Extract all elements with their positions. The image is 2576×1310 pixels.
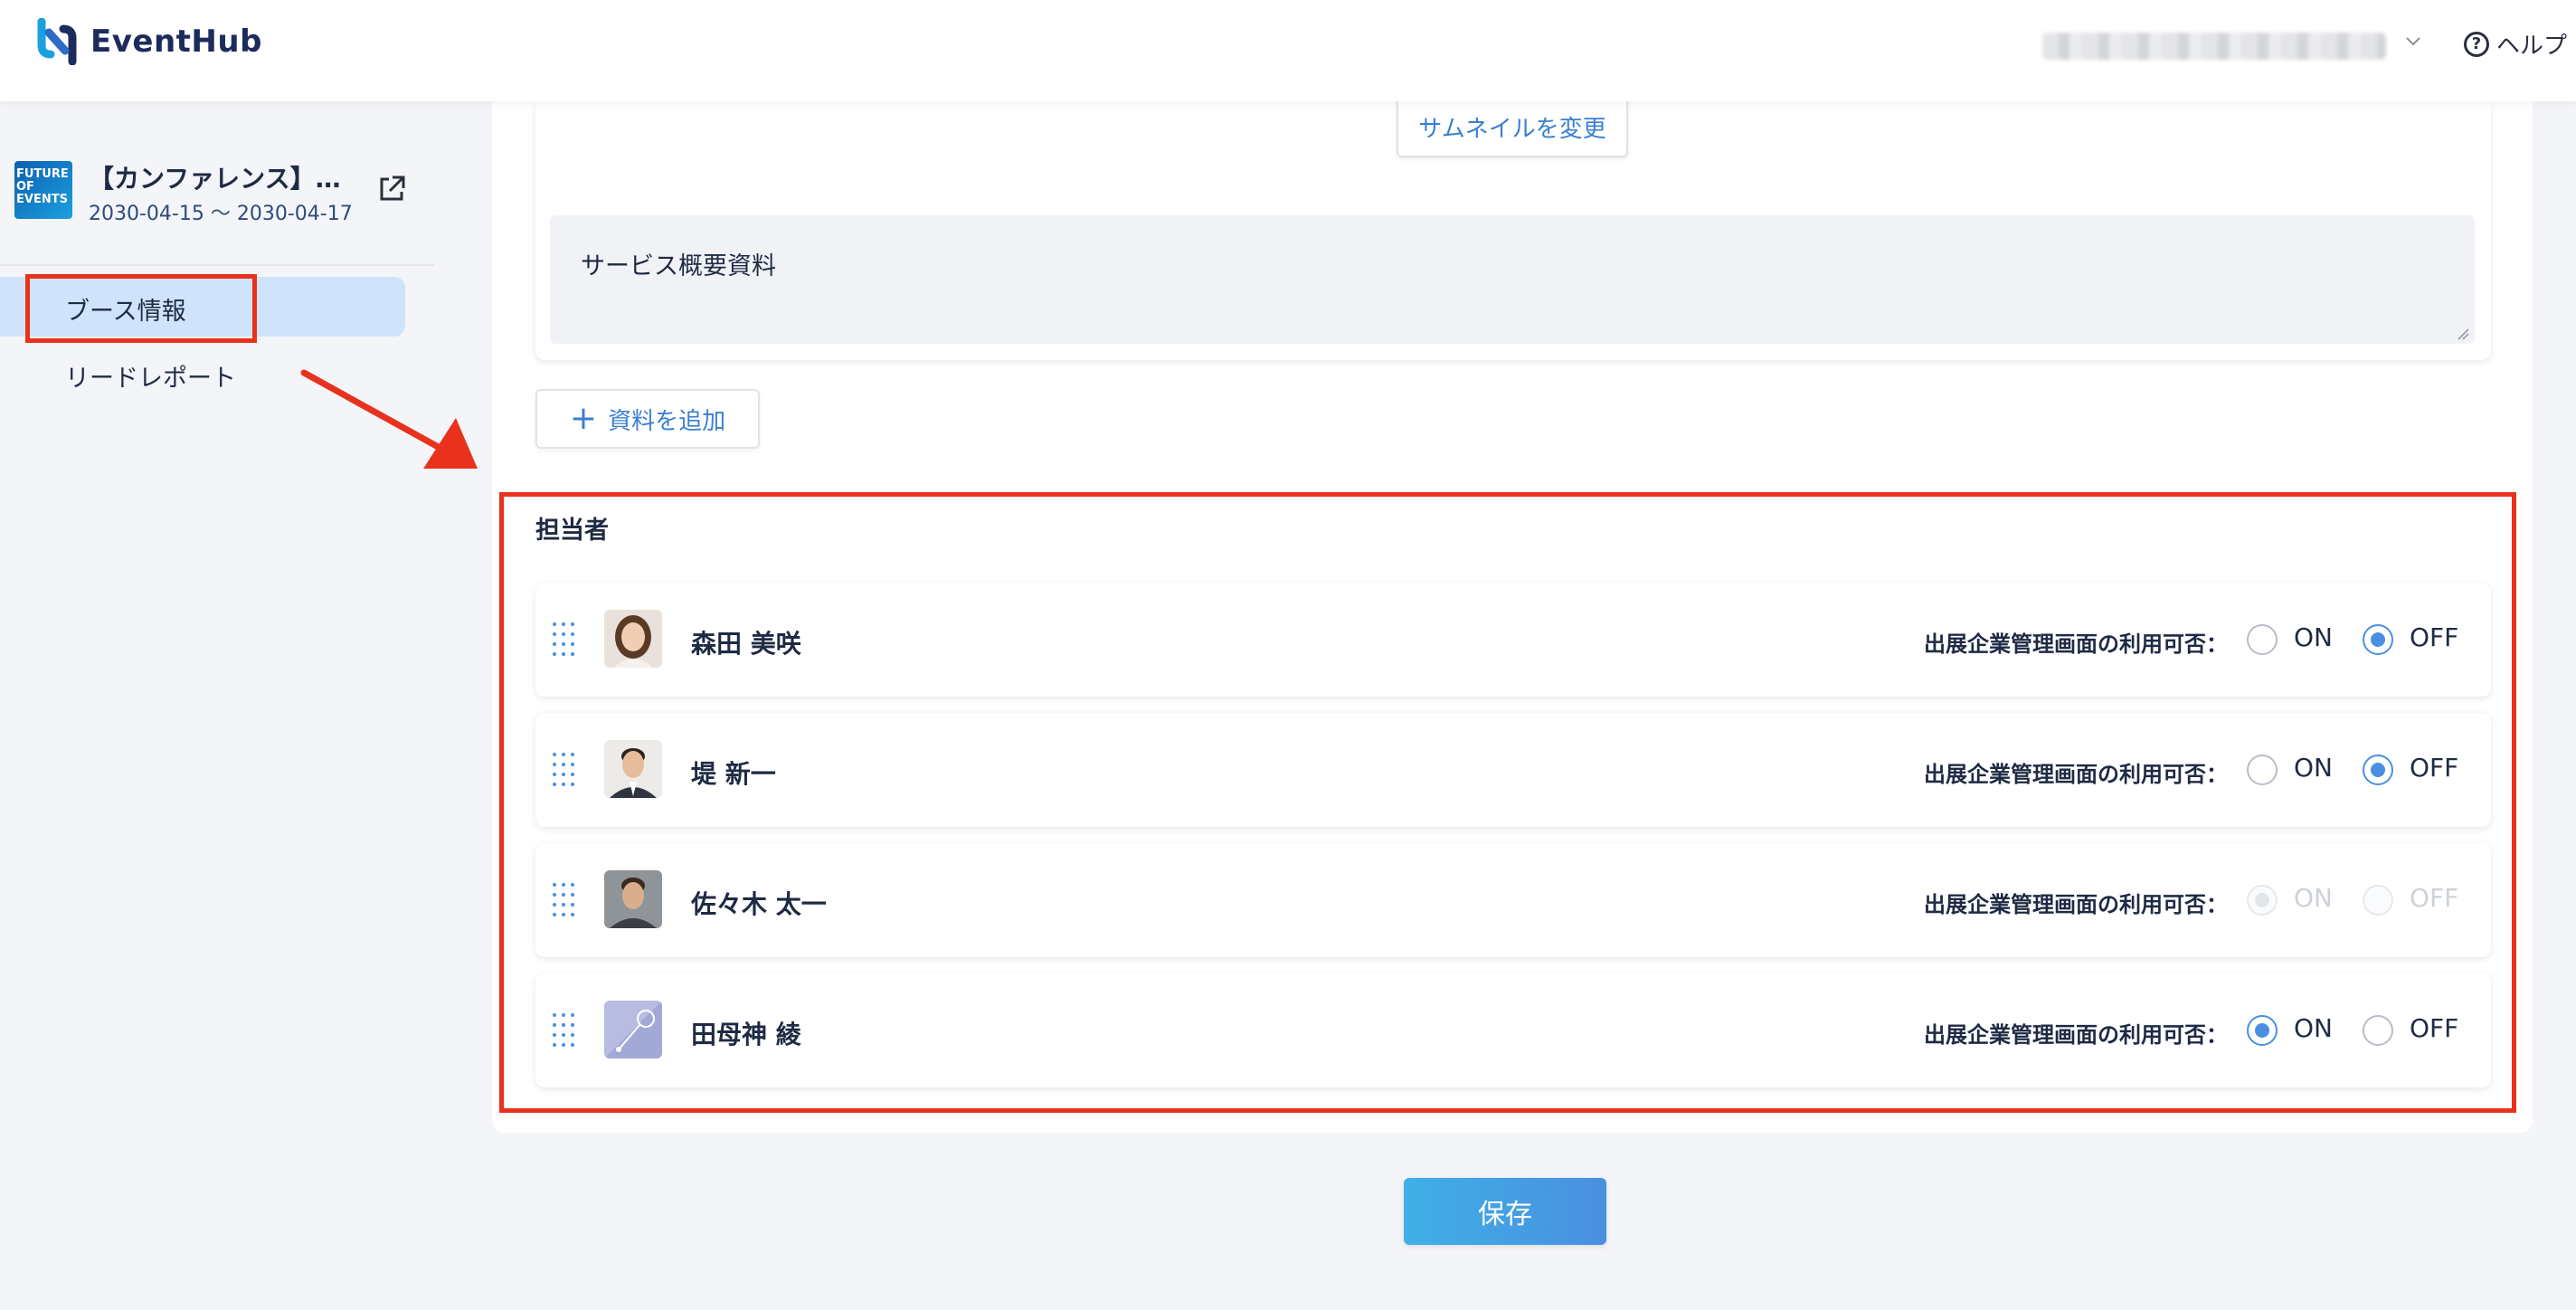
app-logo[interactable]: EventHub bbox=[34, 18, 262, 65]
event-thumbnail: FUTURE OF EVENTS bbox=[14, 161, 72, 219]
plus-icon: + bbox=[569, 400, 598, 437]
add-material-button[interactable]: + 資料を追加 bbox=[535, 389, 760, 449]
resize-grip-icon[interactable] bbox=[2455, 326, 2469, 340]
app-name: EventHub bbox=[90, 24, 262, 60]
event-title: 【カンファレンス】… bbox=[89, 164, 341, 194]
eventhub-logo-icon bbox=[37, 18, 77, 65]
annotation-highlight-staff bbox=[499, 492, 2516, 1113]
material-description-textarea[interactable]: サービス概要資料 bbox=[550, 215, 2475, 344]
external-link-icon[interactable] bbox=[376, 174, 407, 204]
top-bar: EventHub ? ヘルプ bbox=[0, 0, 2576, 101]
account-menu[interactable] bbox=[2042, 31, 2386, 62]
chevron-down-icon[interactable] bbox=[2404, 33, 2422, 51]
sidebar-divider bbox=[0, 264, 434, 266]
account-name-blurred bbox=[2042, 33, 2386, 60]
event-dates: 2030-04-15 〜 2030-04-17 bbox=[89, 203, 353, 225]
material-description-text: サービス概要資料 bbox=[581, 252, 776, 280]
help-link[interactable]: ? ヘルプ bbox=[2464, 27, 2567, 61]
save-button[interactable]: 保存 bbox=[1404, 1178, 1606, 1245]
help-icon: ? bbox=[2464, 31, 2489, 57]
help-label: ヘルプ bbox=[2496, 33, 2568, 60]
add-material-label: 資料を追加 bbox=[608, 407, 726, 435]
sidebar-item-lead-report[interactable]: リードレポート bbox=[65, 358, 236, 394]
change-thumbnail-button[interactable]: サムネイルを変更 bbox=[1397, 96, 1628, 157]
annotation-highlight-sidebar bbox=[25, 274, 257, 343]
annotation-arrow-icon bbox=[300, 369, 478, 469]
